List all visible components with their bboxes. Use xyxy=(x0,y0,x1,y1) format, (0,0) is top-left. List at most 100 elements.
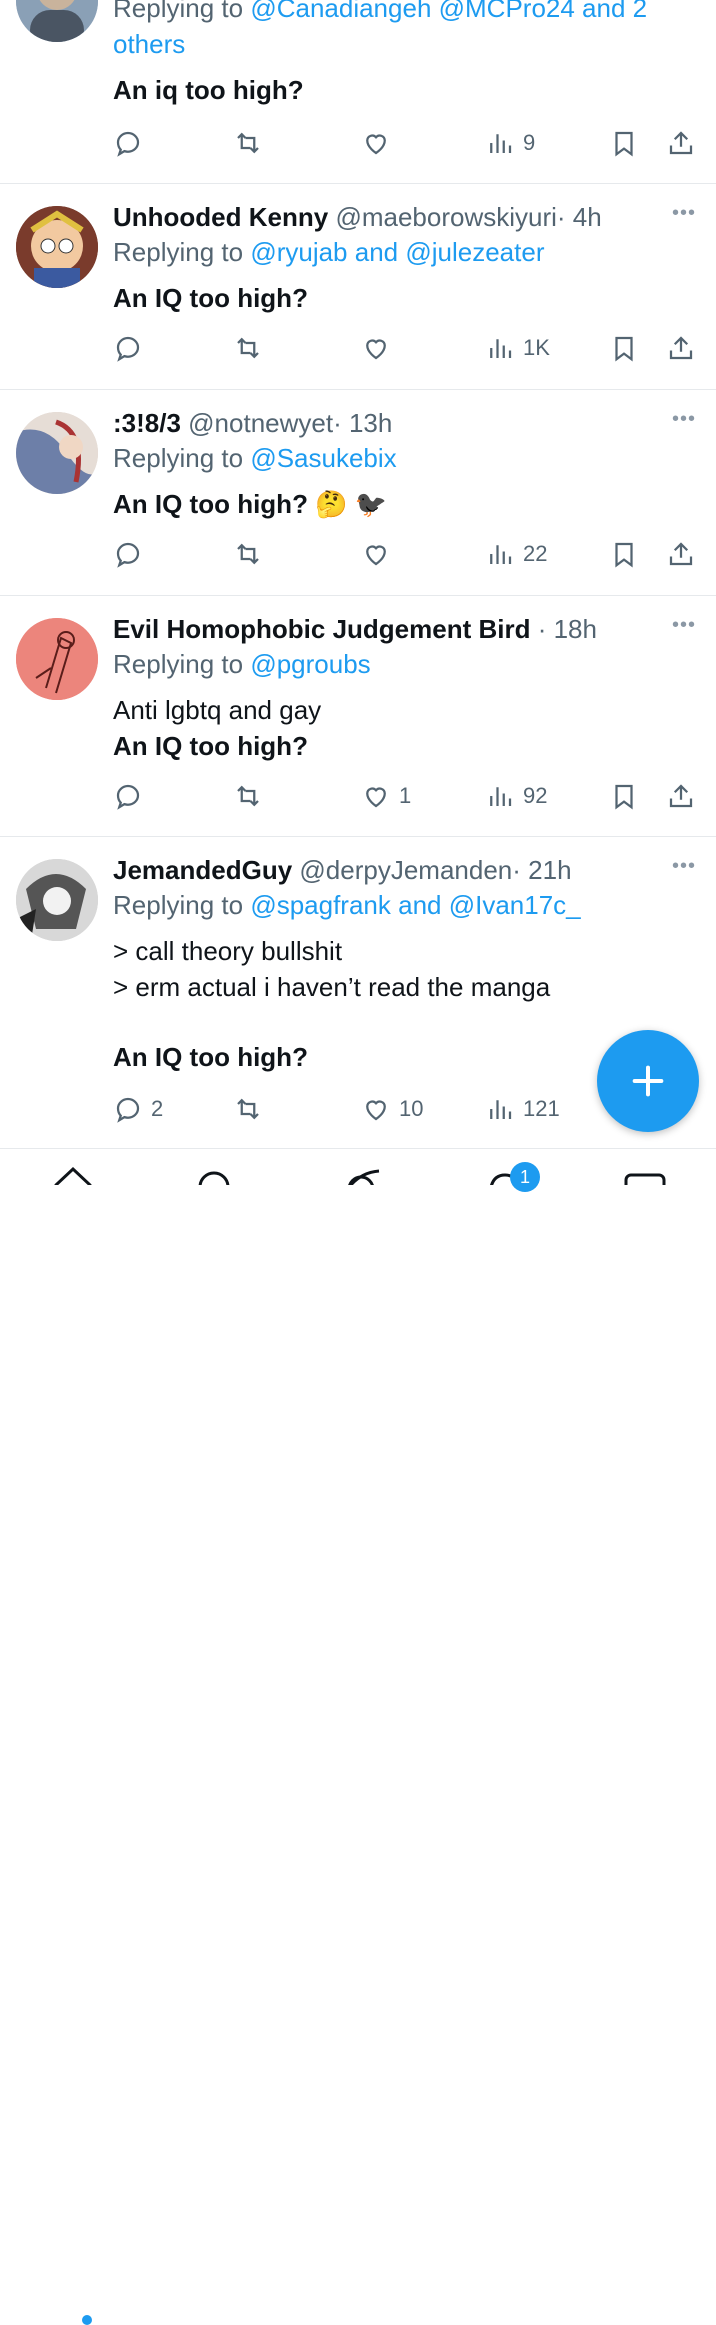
replying-to-label: Replying to xyxy=(113,890,244,920)
more-options-icon[interactable]: ••• xyxy=(672,855,696,878)
retweet-button[interactable] xyxy=(233,1089,263,1129)
replying-to: Replying to @pgroubs xyxy=(113,646,696,682)
avatar[interactable] xyxy=(16,859,98,941)
like-button[interactable] xyxy=(361,534,391,574)
views-button[interactable]: 121 xyxy=(485,1089,560,1129)
views-button[interactable]: 9 xyxy=(485,123,535,163)
reply-target-link[interactable]: @pgroubs xyxy=(250,649,370,679)
messages-icon xyxy=(624,1173,666,1185)
bookmark-button[interactable] xyxy=(609,534,639,574)
replying-to: Replying to @spagfrank and @Ivan17c_ xyxy=(113,887,696,923)
tweet-header: Evil Homophobic Judgement Bird · 18h xyxy=(113,612,696,646)
tweet-actions: 9 xyxy=(113,123,696,163)
bookmark-icon xyxy=(615,131,633,157)
compose-button[interactable] xyxy=(597,1030,699,1132)
reply-target-link[interactable]: @Sasukebix xyxy=(250,443,396,473)
reply-button[interactable]: 2 xyxy=(113,1089,163,1129)
timestamp[interactable]: · 4h xyxy=(557,202,602,232)
retweet-button[interactable] xyxy=(233,328,263,368)
retweet-button[interactable] xyxy=(233,123,263,163)
timestamp[interactable]: · 13h xyxy=(333,408,392,438)
avatar[interactable] xyxy=(16,618,98,700)
reply-icon xyxy=(116,542,140,568)
tweet-1-body: Replying to @Canadiangeh @MCPro24 and 2 … xyxy=(113,0,696,108)
tweet-header: JemandedGuy @derpyJemanden· 21h xyxy=(113,853,696,887)
bookmark-button[interactable] xyxy=(609,776,639,816)
handle[interactable]: @maeborowskiyuri xyxy=(335,202,556,232)
views-icon xyxy=(490,545,512,564)
tweet-3[interactable]: :3!8/3 @notnewyet· 13h Replying to @Sasu… xyxy=(0,390,716,596)
bottom-tab-bar xyxy=(0,1148,716,2325)
replying-to: Replying to @Sasukebix xyxy=(113,440,696,476)
views-icon xyxy=(490,339,512,358)
like-button[interactable] xyxy=(361,123,391,163)
like-icon xyxy=(366,1100,386,1121)
tweet-header: Unhooded Kenny @maeborowskiyuri· 4h xyxy=(113,200,696,234)
like-button[interactable]: 10 xyxy=(361,1089,423,1129)
display-name[interactable]: :3!8/3 xyxy=(113,408,181,438)
share-icon xyxy=(669,336,693,360)
more-options-icon[interactable]: ••• xyxy=(672,408,696,431)
bookmark-icon xyxy=(615,336,633,362)
retweet-icon xyxy=(237,543,259,565)
share-button[interactable] xyxy=(666,123,696,163)
tweet-2[interactable]: Unhooded Kenny @maeborowskiyuri· 4h Repl… xyxy=(0,184,716,390)
like-icon xyxy=(366,787,386,808)
tweet-text: An IQ too high? 🤔 🐦‍⬛ xyxy=(113,489,388,519)
more-options-icon[interactable]: ••• xyxy=(672,202,696,225)
home-tab[interactable] xyxy=(48,1163,98,1185)
tweet-text: An IQ too high? xyxy=(113,283,308,313)
tweet-4[interactable]: Evil Homophobic Judgement Bird · 18h Rep… xyxy=(0,596,716,837)
handle[interactable]: @notnewyet xyxy=(188,408,333,438)
display-name[interactable]: Unhooded Kenny xyxy=(113,202,328,232)
reply-target-link[interactable]: @ryujab and @julezeater xyxy=(250,237,544,267)
avatar[interactable] xyxy=(16,0,98,42)
retweet-button[interactable] xyxy=(233,776,263,816)
reply-button[interactable] xyxy=(113,328,143,368)
search-icon xyxy=(198,1171,230,1185)
like-button[interactable]: 1 xyxy=(361,776,411,816)
reply-target-link[interactable]: @spagfrank and @Ivan17c_ xyxy=(250,890,580,920)
views-button[interactable]: 92 xyxy=(485,776,547,816)
messages-tab[interactable] xyxy=(620,1163,670,1185)
share-button[interactable] xyxy=(666,328,696,368)
retweet-button[interactable] xyxy=(233,534,263,574)
views-icon xyxy=(490,1100,512,1119)
likes-count: 1 xyxy=(399,783,412,808)
tweet-actions: 22 xyxy=(113,534,696,574)
replying-to-label: Replying to xyxy=(113,0,244,23)
reply-button[interactable] xyxy=(113,123,143,163)
reply-button[interactable] xyxy=(113,776,143,816)
avatar[interactable] xyxy=(16,206,98,288)
views-count: 121 xyxy=(523,1096,560,1121)
tweet-text-line: > erm actual i haven’t read the manga xyxy=(113,972,551,1002)
grok-tab[interactable] xyxy=(335,1163,385,1185)
compose-plus-icon xyxy=(632,1065,664,1097)
views-count: 22 xyxy=(523,541,548,566)
views-button[interactable]: 1K xyxy=(485,328,550,368)
display-name[interactable]: JemandedGuy xyxy=(113,855,292,885)
timestamp[interactable]: · 18h xyxy=(538,614,597,644)
bookmark-button[interactable] xyxy=(609,123,639,163)
display-name[interactable]: Evil Homophobic Judgement Bird xyxy=(113,614,530,644)
likes-count: 10 xyxy=(399,1096,424,1121)
like-button[interactable] xyxy=(361,328,391,368)
views-button[interactable]: 22 xyxy=(485,534,547,574)
reply-button[interactable] xyxy=(113,534,143,574)
replying-to-label: Replying to xyxy=(113,649,244,679)
handle[interactable]: @derpyJemanden xyxy=(299,855,512,885)
search-tab[interactable] xyxy=(190,1163,240,1185)
more-options-icon[interactable]: ••• xyxy=(672,614,696,637)
avatar[interactable] xyxy=(16,412,98,494)
notification-count-badge: 1 xyxy=(510,1162,540,1192)
tweet-actions: 1 92 xyxy=(113,776,696,816)
timestamp[interactable]: · 21h xyxy=(512,855,571,885)
share-button[interactable] xyxy=(666,776,696,816)
like-icon xyxy=(366,134,386,155)
replies-count: 2 xyxy=(151,1096,164,1121)
share-icon xyxy=(669,784,693,808)
tweet-text: An iq too high? xyxy=(113,75,304,105)
bookmark-button[interactable] xyxy=(609,328,639,368)
share-button[interactable] xyxy=(666,534,696,574)
like-icon xyxy=(366,545,386,566)
